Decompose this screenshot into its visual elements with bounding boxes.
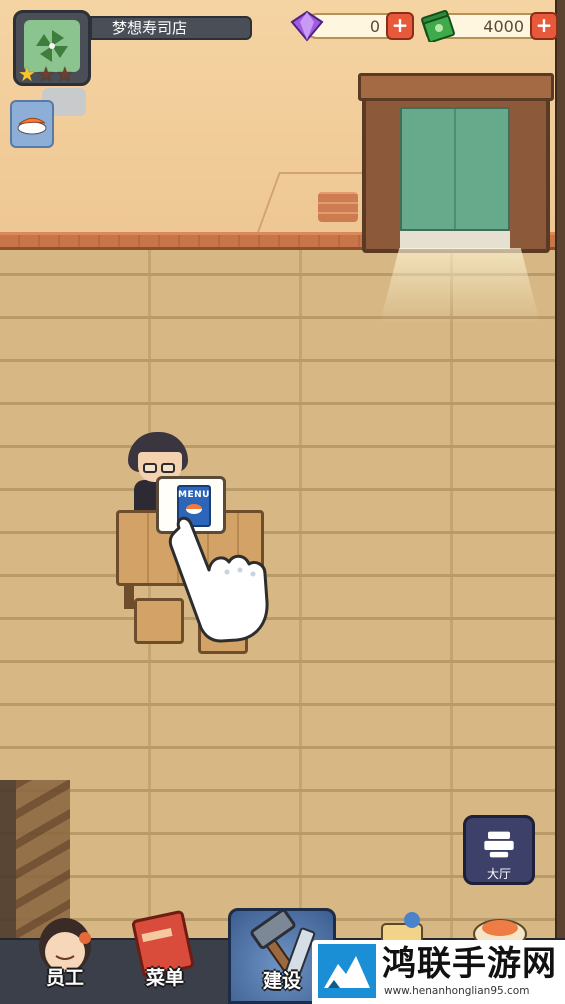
sushi-dish-badge[interactable] <box>10 100 54 148</box>
gem-amount: 0 <box>369 17 380 36</box>
shop-rating-stars: ★ ★ ★ <box>18 64 74 84</box>
right-wall-pillar <box>555 0 565 1004</box>
nigiri-sushi-icon <box>17 117 47 135</box>
hall-button-label: 大厅 <box>486 867 511 881</box>
watermark-title: 鸿联手游网 <box>382 944 557 984</box>
star-filled-icon: ★ <box>18 62 36 86</box>
watermark-url: www.henanhonglian95.com <box>384 985 530 997</box>
exposed-bricks <box>318 192 358 222</box>
glasses-icon <box>143 458 179 473</box>
nav-menu[interactable]: 菜单 <box>120 902 210 1002</box>
shop-name-label: 梦想寿司店 <box>90 16 252 40</box>
nav-staff[interactable]: 员工 <box>20 902 110 1002</box>
watermark-logo-icon <box>318 944 376 998</box>
door-light-beam <box>380 248 540 323</box>
cash-amount: 4000 <box>483 17 524 36</box>
menu-book-label: MENU <box>178 490 210 500</box>
hall-button[interactable]: 大厅 <box>463 815 535 885</box>
site-watermark: 鸿联手游网 www.henanhonglian95.com <box>312 940 565 1004</box>
door-gap <box>400 231 510 249</box>
add-gems-button[interactable]: + <box>386 12 414 40</box>
cash-bills-icon <box>421 10 455 42</box>
wooden-floor <box>0 250 565 1004</box>
entrance-door <box>358 73 554 253</box>
noren-curtain <box>400 107 510 231</box>
hall-table-icon <box>484 831 514 858</box>
nav-staff-label: 员工 <box>45 967 84 989</box>
door-lintel <box>358 73 554 101</box>
star-empty-icon: ★ <box>36 62 55 86</box>
table-leg <box>124 585 134 609</box>
nav-menu-label: 菜单 <box>145 967 184 989</box>
add-cash-button[interactable]: + <box>530 12 558 40</box>
tutorial-pointer-hand-icon <box>168 516 269 643</box>
star-empty-icon: ★ <box>55 62 74 86</box>
purple-gem-icon <box>290 10 324 42</box>
